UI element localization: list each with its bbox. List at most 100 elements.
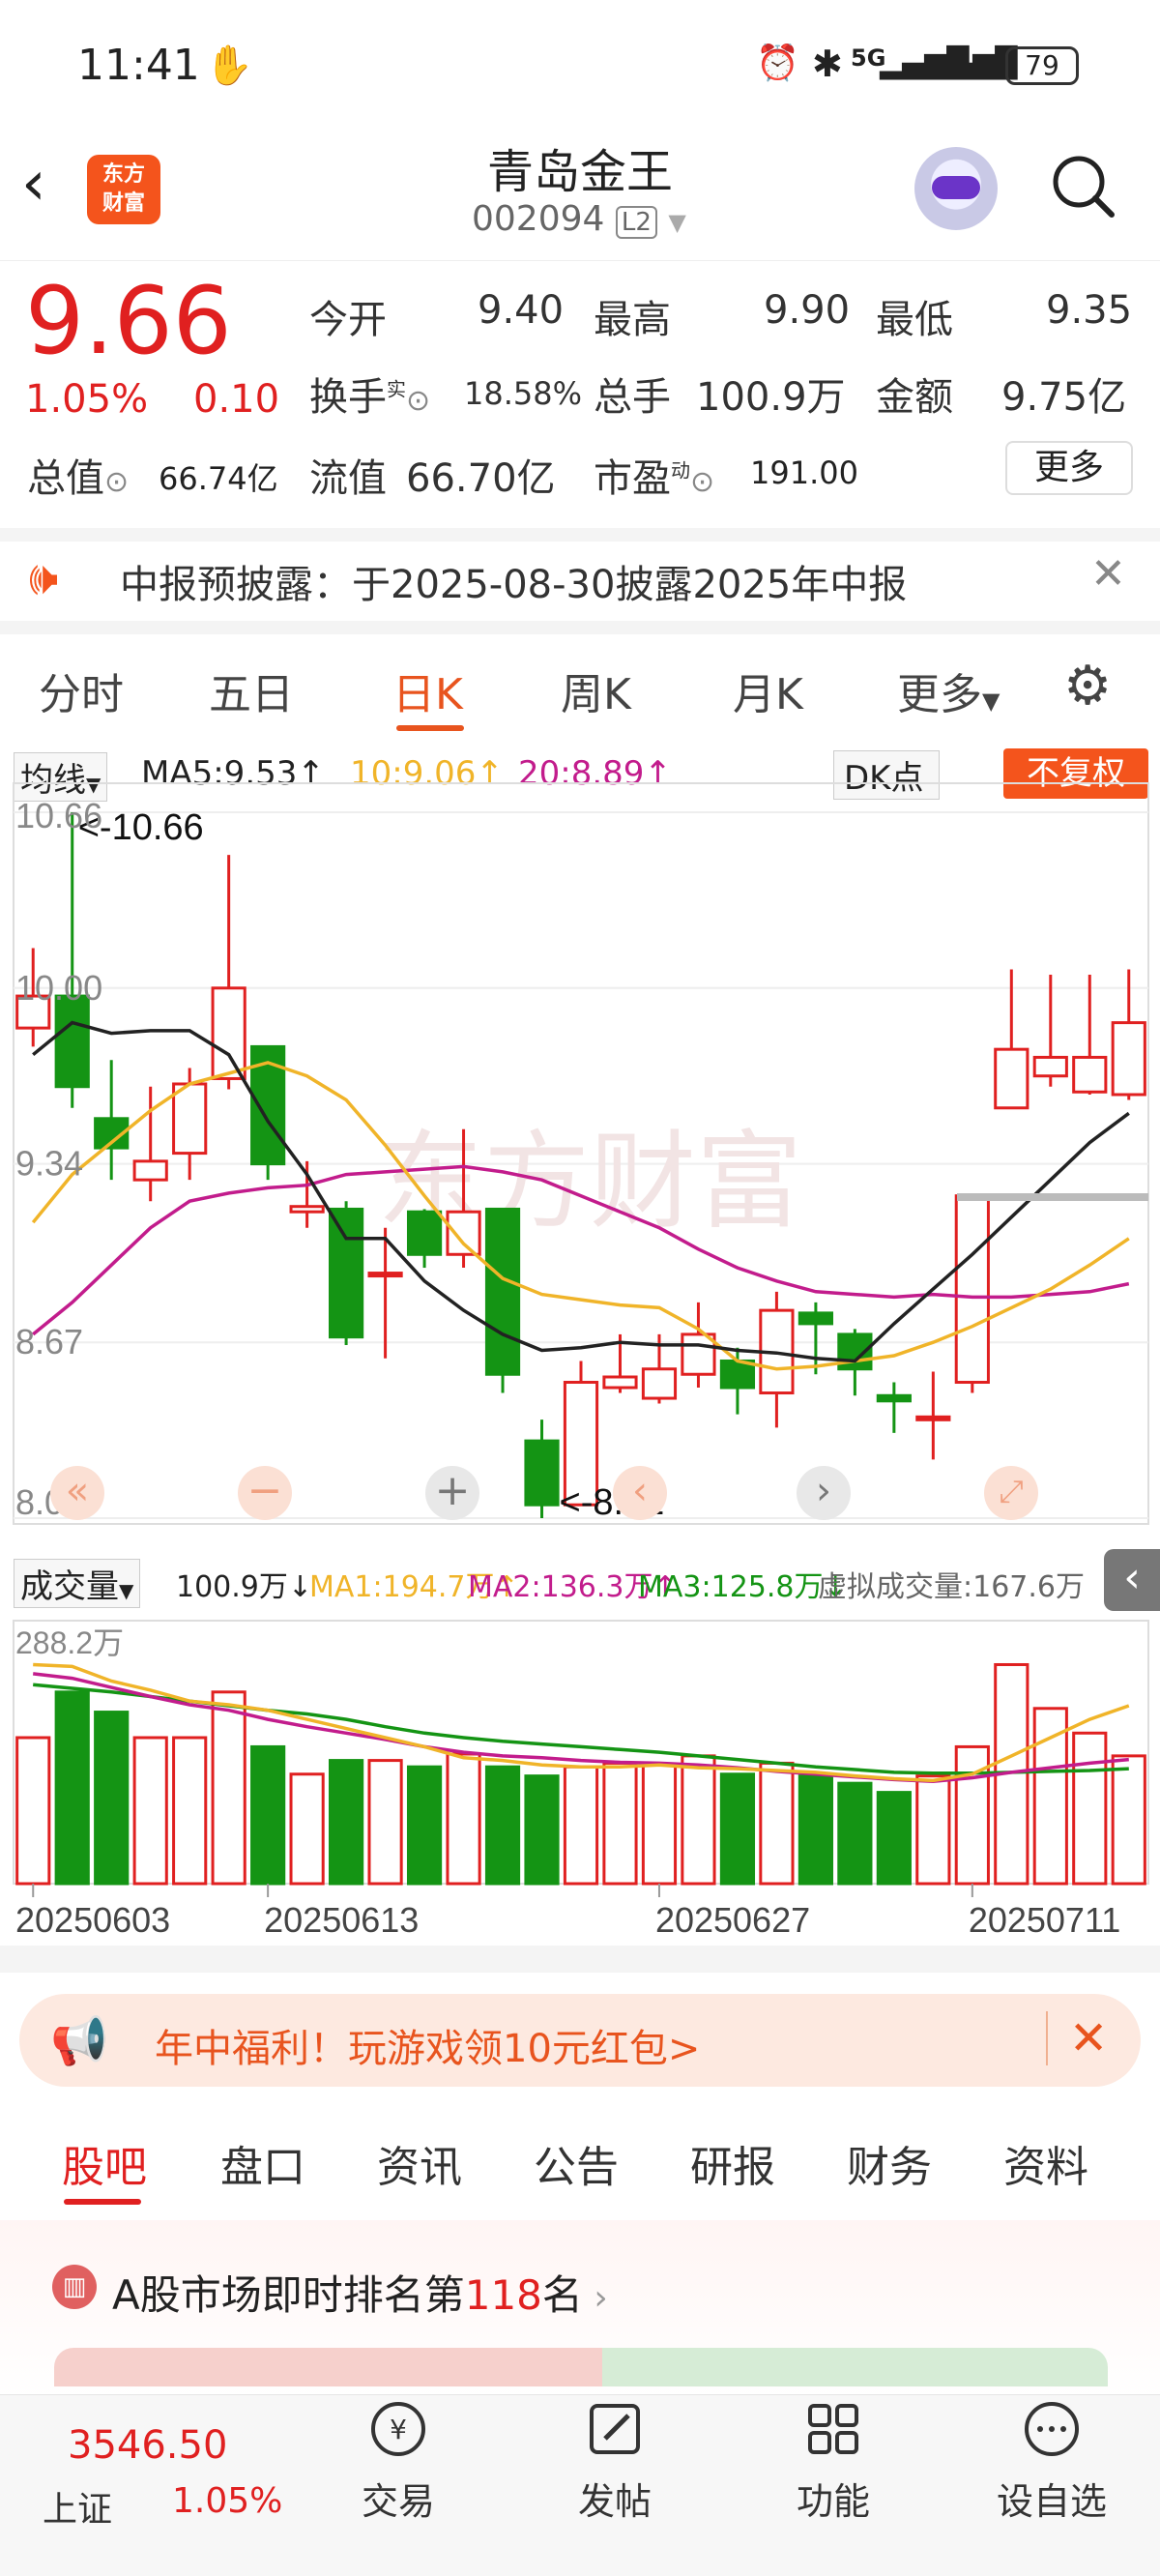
kline-chart[interactable]: 东方财富 <-10.66<-8.01 10.6610.009.348.678.0… bbox=[0, 745, 1160, 1973]
volume-selector[interactable]: 成交量▼ bbox=[14, 1559, 141, 1608]
battery-icon: 79 bbox=[1005, 46, 1079, 85]
ranking-suffix: 名 bbox=[541, 2271, 583, 2319]
pe-label: 市盈动⊙ bbox=[594, 447, 714, 503]
amount-value: 9.75亿 bbox=[1001, 375, 1127, 420]
more-dots-icon bbox=[1025, 2402, 1079, 2456]
candle-body bbox=[954, 1194, 990, 1385]
volume-bar bbox=[172, 1736, 208, 1886]
zoom-in-icon[interactable]: + bbox=[425, 1466, 479, 1520]
next-icon[interactable]: › bbox=[797, 1466, 851, 1520]
index-value[interactable]: 3546.50 bbox=[68, 2423, 227, 2468]
tab-zhouk[interactable]: 周K bbox=[561, 659, 631, 721]
gear-icon[interactable]: ⚙ bbox=[1063, 659, 1112, 714]
volume-bar bbox=[915, 1774, 951, 1886]
tab-guba[interactable]: 股吧 bbox=[62, 2132, 147, 2194]
turnover-label-text: 换手 bbox=[309, 375, 387, 420]
volume-bar bbox=[602, 1761, 638, 1886]
nav-post[interactable]: 发帖 bbox=[528, 2398, 702, 2525]
nav-trade-label: 交易 bbox=[361, 2480, 435, 2523]
status-bar: 11:41 ✋ ⏰ ✱ 5G ▂▄▆█ ▂▄▆█ 79 bbox=[0, 0, 1160, 135]
status-time: 11:41 bbox=[77, 41, 200, 90]
open-value: 9.40 bbox=[478, 288, 565, 333]
volume-label: 总手 bbox=[594, 375, 671, 420]
candle-body bbox=[602, 1375, 638, 1390]
volume-bar bbox=[719, 1772, 756, 1886]
level-badge: L2 bbox=[615, 206, 657, 239]
tab-yanbao[interactable]: 研报 bbox=[690, 2132, 775, 2194]
virtual-volume-legend: 虚拟成交量:167.6万 bbox=[818, 1570, 1085, 1604]
y-tick-label: 10.66 bbox=[15, 796, 102, 835]
candle-body bbox=[132, 1159, 168, 1182]
candle-body bbox=[876, 1393, 912, 1403]
nav-add-watchlist[interactable]: 设自选 bbox=[965, 2398, 1139, 2525]
volume-selector-label: 成交量 bbox=[20, 1567, 119, 1606]
promo-close-icon[interactable]: ✕ bbox=[1046, 2011, 1108, 2065]
vol-legend: 100.9万↓ bbox=[176, 1570, 313, 1604]
nav-trade[interactable]: ¥ 交易 bbox=[311, 2398, 485, 2525]
volume-bar bbox=[289, 1772, 325, 1886]
tab-more[interactable]: 更多▼ bbox=[897, 659, 1000, 721]
volume-bar bbox=[94, 1711, 130, 1886]
tab-zixun[interactable]: 资讯 bbox=[377, 2132, 462, 2194]
volume-bar bbox=[798, 1774, 833, 1886]
svg-text:¥: ¥ bbox=[390, 2414, 407, 2445]
mktcap-value: 66.74亿 bbox=[159, 460, 278, 497]
candle-body bbox=[289, 1205, 325, 1214]
volume-bar bbox=[1032, 1707, 1068, 1886]
close-icon[interactable]: ✕ bbox=[1090, 549, 1126, 599]
pe-label-text: 市盈 bbox=[594, 456, 671, 501]
promo-text: 年中福利！玩游戏领10元红包> bbox=[155, 2027, 701, 2071]
hand-icon: ✋ bbox=[205, 44, 253, 88]
more-button[interactable]: 更多 bbox=[1005, 441, 1133, 495]
grid-icon bbox=[808, 2404, 858, 2454]
tab-pankou[interactable]: 盘口 bbox=[220, 2132, 305, 2194]
candle-body bbox=[798, 1311, 833, 1326]
float-value: 66.70亿 bbox=[406, 456, 556, 501]
prev-icon[interactable]: ‹ bbox=[613, 1466, 667, 1520]
volume-value: 100.9万 bbox=[696, 375, 846, 420]
volume-bar bbox=[329, 1759, 364, 1886]
turnover-label: 换手实⊙ bbox=[309, 366, 430, 422]
tab-ziliao[interactable]: 资料 bbox=[1003, 2132, 1088, 2194]
tab-gonggao[interactable]: 公告 bbox=[534, 2132, 619, 2194]
tab-active-underline bbox=[396, 725, 464, 731]
volume-bar bbox=[54, 1690, 90, 1886]
candle-body bbox=[1032, 1055, 1068, 1078]
tab-caiwu[interactable]: 财务 bbox=[847, 2132, 932, 2194]
candle-body bbox=[994, 1047, 1030, 1110]
search-icon[interactable] bbox=[1050, 153, 1117, 220]
zoom-out-icon[interactable]: − bbox=[238, 1466, 292, 1520]
volume-bar bbox=[15, 1736, 51, 1886]
chevron-right-icon: › bbox=[582, 2278, 608, 2318]
fullscreen-icon[interactable]: ⤢ bbox=[984, 1466, 1038, 1520]
volume-bar bbox=[563, 1765, 599, 1886]
caret-down-icon: ▼ bbox=[119, 1579, 134, 1602]
candle-body bbox=[915, 1415, 951, 1421]
stock-code: 002094 bbox=[472, 199, 605, 239]
stock-code-row[interactable]: 002094 L2 ▼ bbox=[472, 199, 686, 239]
tab-rik[interactable]: 日K bbox=[392, 659, 463, 721]
volume-bar bbox=[367, 1759, 403, 1886]
volume-bar bbox=[211, 1690, 246, 1886]
x-tick-label: 20250627 bbox=[655, 1900, 810, 1940]
pe-value: 191.00 bbox=[750, 454, 858, 491]
candle-body bbox=[367, 1272, 403, 1278]
volume-bar bbox=[132, 1736, 168, 1886]
tab-fenshi[interactable]: 分时 bbox=[39, 659, 124, 721]
nav-post-label: 发帖 bbox=[577, 2480, 652, 2523]
edit-icon bbox=[590, 2404, 640, 2454]
dots-icon: ⊙ bbox=[690, 465, 715, 499]
nav-add-watchlist-label: 设自选 bbox=[996, 2480, 1107, 2523]
volume-bar bbox=[250, 1744, 286, 1886]
dots-icon: ⊙ bbox=[406, 384, 431, 418]
rewind-icon[interactable]: « bbox=[50, 1466, 104, 1520]
tab-yuek[interactable]: 月K bbox=[733, 659, 803, 721]
nav-functions[interactable]: 功能 bbox=[746, 2398, 920, 2525]
tab-more-label: 更多 bbox=[897, 670, 982, 719]
tab-wuri[interactable]: 五日 bbox=[209, 659, 294, 721]
change-pct: 1.05% bbox=[25, 377, 149, 422]
robot-avatar-icon[interactable] bbox=[914, 147, 998, 230]
mktcap-label-text: 总值 bbox=[27, 456, 104, 501]
collapse-icon[interactable]: ‹ bbox=[1104, 1549, 1160, 1611]
y-tick-label: 8.67 bbox=[15, 1322, 83, 1361]
